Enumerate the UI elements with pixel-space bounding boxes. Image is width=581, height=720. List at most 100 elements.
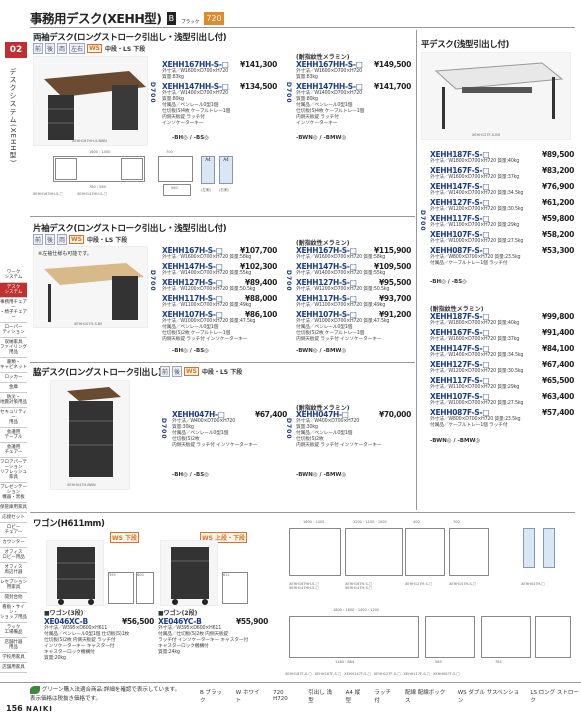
price-entry: XEHH147F-S-□ ¥84,100 外寸法／W1400×D700×H720 質… bbox=[430, 344, 574, 359]
sidebar-nav: ワーク システム デスク システム 事務用チェアー ・椅子チェアー ローパー ティショ… bbox=[0, 268, 27, 673]
price-entry: XEHH147F-S-□ ¥76,900 外寸法／W1400×D700×H720 質… bbox=[430, 182, 574, 197]
dimension-drawing: 1600・1400 780・589 700 580 A4 A4 (左側) (右側… bbox=[33, 150, 283, 200]
price: ¥141,300 bbox=[240, 60, 277, 69]
model-number: XEHH107H-S-□ bbox=[162, 310, 223, 319]
price: ¥57,400 bbox=[541, 408, 574, 417]
page-header: 事務用デスク(XEHH型) B ブラック 720 bbox=[30, 8, 570, 26]
flat-desk-illustration bbox=[434, 62, 564, 129]
spec-text: 外寸法／W1200×D700×H720 質量:30.5kg bbox=[430, 207, 524, 212]
price-entry: XEHH117H-S-□ ¥88,000 外寸法／W1100×D700×H720 質… bbox=[162, 294, 277, 309]
spec-text: 外寸法／W1000×D700×H720 質量:47.5kg 付属品／ペンレール0… bbox=[162, 319, 256, 342]
sidebar-item[interactable]: フロアパーテーション リフレッシュ家具 bbox=[0, 458, 27, 483]
sidebar-item[interactable]: 金庫 bbox=[0, 383, 27, 393]
model-number: XEHH127H-S-□ bbox=[162, 278, 223, 287]
sidebar-item[interactable]: カウンター bbox=[0, 538, 27, 548]
sidebar-item[interactable]: ロビー チェアー bbox=[0, 523, 27, 538]
sidebar-item[interactable]: セキュリティー 用品 bbox=[0, 408, 27, 428]
sidebar-item[interactable]: 収納家具 ファイリング用品 bbox=[0, 338, 27, 358]
sidebar-item[interactable]: 店舗用家具 bbox=[0, 663, 27, 673]
sidebar-item[interactable]: レセプション 用家具 bbox=[0, 578, 27, 593]
sidebar-item[interactable]: 防災・ 地震対策用品 bbox=[0, 393, 27, 408]
model-number: XEHH087F-S-□ bbox=[430, 408, 490, 417]
sidebar-item[interactable]: 看板・サイン・ ショップ用品 bbox=[0, 603, 27, 623]
price: ¥70,000 bbox=[378, 410, 411, 419]
sidebar-item[interactable]: 書類・ キャビネット bbox=[0, 358, 27, 373]
price: ¥109,500 bbox=[374, 262, 411, 271]
sidebar-item[interactable]: プレゼンテーション 機器・黒板 bbox=[0, 483, 27, 503]
price-entry: XEHH107H-S-□ ¥86,100 外寸法／W1000×D700×H720 質… bbox=[162, 310, 277, 343]
price-entry: XEHH107H-S-□ ¥91,200 外寸法／W1000×D700×H720 質… bbox=[296, 310, 411, 343]
depth-label: D700 bbox=[149, 82, 156, 104]
model-number: XEHH167H-S-□ bbox=[162, 246, 223, 255]
price: ¥93,700 bbox=[378, 294, 411, 303]
model-number: XEHH167HH-S-□ bbox=[162, 60, 229, 69]
price: ¥102,300 bbox=[240, 262, 277, 271]
price: ¥115,900 bbox=[374, 246, 411, 255]
h720-badge: 720 bbox=[204, 12, 224, 25]
price: ¥91,400 bbox=[541, 328, 574, 337]
price: ¥59,800 bbox=[541, 214, 574, 223]
sidebar-item[interactable]: ラック 工場備品 bbox=[0, 623, 27, 638]
side-melamine-price-list: XEHH047H-□ ¥70,000 外寸法／W400×D700×H720 質量:3… bbox=[296, 410, 411, 450]
side-desk-illustration bbox=[67, 387, 121, 477]
model-number: XEHH167F-S-□ bbox=[430, 328, 490, 337]
product-image-wagon-2 bbox=[160, 540, 218, 606]
spec-text: 外寸法／W1400×D700×H720 質量:55kg bbox=[162, 271, 252, 276]
sidebar-item[interactable]: ワーク システム bbox=[0, 268, 27, 283]
price: ¥86,100 bbox=[244, 310, 277, 319]
spec-text: 外寸法／W1600×D700×H720 質量:83kg bbox=[296, 69, 362, 80]
single-desk-illustration bbox=[44, 263, 144, 322]
product-image-side-desk: XEHH047H-BWN bbox=[50, 380, 130, 490]
spec-text: 外寸法／W1200×D700×H720 質量:50.5kg bbox=[162, 287, 256, 292]
price: ¥67,400 bbox=[254, 410, 287, 419]
price: ¥141,700 bbox=[374, 82, 411, 91]
wagon-3-block: ■ワゴン(3段) XE046XC-B ¥56,500 外寸法／W395×D600×… bbox=[44, 610, 154, 661]
green-purchase-note: グリーン購入法適合商品:詳細を確認で表示しています。 表示価格は税抜き価格です。 bbox=[30, 685, 181, 702]
sidebar-item[interactable]: 学校用家具 bbox=[0, 653, 27, 663]
sidebar-item[interactable]: 会議用 チェアー bbox=[0, 443, 27, 458]
sidebar-item[interactable]: オフィス ロビー用品 bbox=[0, 548, 27, 563]
price-entry: XEHH127F-S-□ ¥67,400 外寸法／W1200×D700×H720 質… bbox=[430, 360, 574, 375]
price: ¥58,200 bbox=[541, 230, 574, 239]
sidebar-item[interactable]: 店舗什器 用品 bbox=[0, 638, 27, 653]
section-title-single-pedestal: 片袖デスク(ロングストローク引出し・浅型引出し付) bbox=[33, 224, 227, 234]
model-number: XEHH117F-S-□ bbox=[430, 214, 490, 223]
legend-item: 引出し 浅型 bbox=[308, 690, 333, 704]
spec-text: 外寸法／W1100×D700×H720 質量:29kg bbox=[430, 385, 520, 390]
page-number: 156 bbox=[6, 704, 23, 713]
price-entry: XEHH187F-S-□ ¥99,800 外寸法／W1800×D700×H720 質… bbox=[430, 312, 574, 327]
page-tab[interactable]: 02 bbox=[5, 42, 27, 58]
section-title-wagon: ワゴン(H611mm) bbox=[33, 519, 105, 529]
model-number: XEHH187F-S-□ bbox=[430, 150, 490, 159]
section-title-double-pedestal: 両袖デスク(ロングストローク引出し・浅型引出し付) bbox=[33, 33, 227, 43]
model-number: XEHH147HH-S-□ bbox=[296, 82, 363, 91]
price-entry: XEHH107F-S-□ ¥63,400 外寸法／W1000×D700×H720 質… bbox=[430, 392, 574, 407]
sidebar-item[interactable]: 会議用 テーブル bbox=[0, 428, 27, 443]
desk-illustration bbox=[44, 71, 146, 140]
sidebar-item[interactable]: オフィス 周辺什器 bbox=[0, 563, 27, 578]
sidebar-item[interactable]: 保管庫用家具 bbox=[0, 503, 27, 513]
model-number: XEHH147F-S-□ bbox=[430, 182, 490, 191]
sidebar-item[interactable]: デスク システム bbox=[0, 283, 27, 298]
sidebar-item[interactable]: ロッカー bbox=[0, 373, 27, 383]
model-number: XEHH117H-S-□ bbox=[296, 294, 357, 303]
sidebar-item[interactable]: 開封台他 bbox=[0, 593, 27, 603]
icon-legend: B ブラック W ホワイト 720 H720 引出し 浅型 A4 縦型 ラッチ付 配線 配線… bbox=[200, 688, 581, 704]
model-number: XEHH047H-□ bbox=[296, 410, 349, 419]
spec-text: 外寸法／W1600×D700×H720 質量:83kg bbox=[162, 69, 228, 80]
model-number: XEHH117F-S-□ bbox=[430, 376, 490, 385]
feature-tags: 前後両左右 WS 中段・LS 下段 bbox=[33, 43, 146, 54]
spec-text: 外寸法／W1000×D700×H720 質量:47.5kg 付属品／ペンレール0… bbox=[296, 319, 390, 342]
sidebar-item[interactable]: 事務用チェアー ・椅子チェアー bbox=[0, 298, 27, 323]
sidebar-item[interactable]: 応接セット bbox=[0, 513, 27, 523]
model-number: XEHH147H-S-□ bbox=[296, 262, 357, 271]
price-entry: XEHH127F-S-□ ¥61,200 外寸法／W1200×D700×H720 質… bbox=[430, 198, 574, 213]
spec-text: 外寸法／W1800×D700×H720 質量:40kg bbox=[430, 159, 520, 164]
price-entry: XEHH147H-S-□ ¥109,500 外寸法／W1400×D700×H720 … bbox=[296, 262, 411, 277]
price: ¥107,700 bbox=[240, 246, 277, 255]
price: ¥65,500 bbox=[541, 376, 574, 385]
spec-text: 外寸法／W1000×D700×H720 質量:27.5kg bbox=[430, 239, 524, 244]
price: ¥95,500 bbox=[378, 278, 411, 287]
melamine-price-list: XEHH167HH-S-□ ¥149,500 外寸法／W1600×D700×H720… bbox=[296, 60, 411, 128]
sidebar-item[interactable]: ローパー ティション bbox=[0, 323, 27, 338]
